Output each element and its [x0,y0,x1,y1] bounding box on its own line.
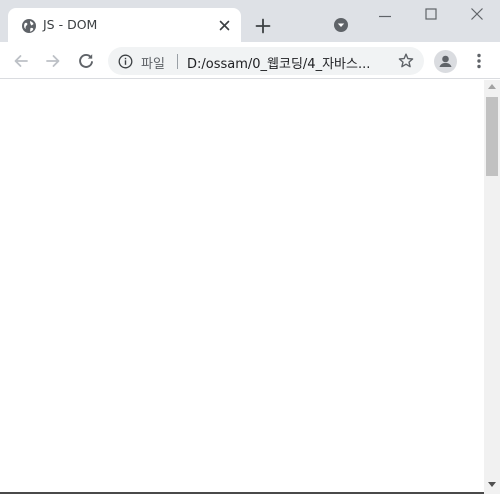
close-icon[interactable] [216,17,233,34]
browser-window: JS - DOM 파일 D:/ossam/0_웹코딩/4_자바스... [0,0,500,494]
address-bar[interactable]: 파일 D:/ossam/0_웹코딩/4_자바스... [108,47,424,75]
scheme-label: 파일 [141,57,165,72]
toolbar: 파일 D:/ossam/0_웹코딩/4_자바스... [0,42,500,79]
minimize-button[interactable] [377,8,393,24]
more-vert-icon[interactable] [469,51,489,71]
tab-strip: JS - DOM [0,0,500,42]
scrollbar-thumb[interactable] [486,97,498,176]
vertical-scrollbar[interactable] [484,80,500,494]
page-content [0,80,484,494]
forward-button[interactable] [43,51,63,71]
tab-search-button[interactable] [333,17,349,33]
window-close-button[interactable] [469,6,485,22]
url-text[interactable]: D:/ossam/0_웹코딩/4_자바스... [187,53,387,72]
account-icon [439,55,452,67]
tab-js-dom[interactable]: JS - DOM [8,8,241,42]
scroll-down-arrow-icon[interactable] [488,482,496,487]
new-tab-button[interactable] [253,16,273,36]
reload-button[interactable] [76,51,96,71]
scroll-up-arrow-icon[interactable] [488,84,496,89]
globe-icon [22,19,36,33]
profile-button[interactable] [434,50,457,73]
back-button[interactable] [11,51,31,71]
omnibox-divider [177,54,178,69]
info-icon[interactable] [118,54,133,69]
maximize-button[interactable] [423,6,439,22]
star-icon[interactable] [397,52,415,70]
tab-title: JS - DOM [43,17,98,32]
